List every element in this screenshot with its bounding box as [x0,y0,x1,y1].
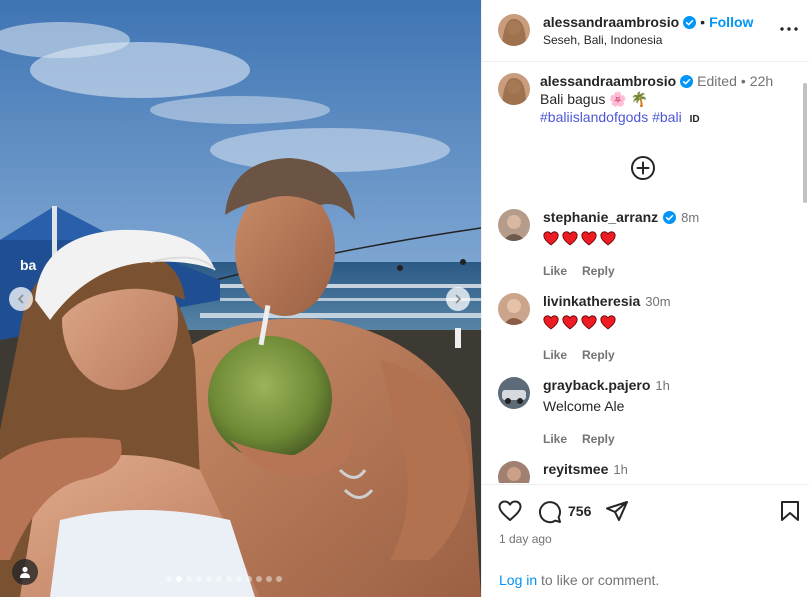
author-avatar[interactable] [498,14,530,46]
comment-reply-button[interactable]: Reply [582,346,615,365]
red-heart-icon [562,314,578,330]
caption-text: Bali bagus 🌸 🌴 [540,91,649,107]
red-heart-icon [543,314,559,330]
carousel-dot [166,576,172,582]
comment-like-button[interactable]: Like [543,346,567,365]
caption-author-avatar[interactable] [498,73,530,105]
red-heart-icon [581,230,597,246]
share-button[interactable] [605,500,629,522]
carousel-dot [186,576,192,582]
svg-text:ba: ba [20,257,37,273]
carousel-dot [256,576,262,582]
hashtag-link[interactable]: #baliislandofgods [540,109,648,125]
carousel-next-button[interactable] [446,287,470,311]
comment-item: reyitsmee 1h [498,460,798,483]
login-prompt-text: to like or comment. [537,572,660,588]
verified-badge-icon [683,15,697,29]
comment-avatar[interactable] [498,461,530,483]
comment-like-button[interactable]: Like [543,430,567,449]
plus-circle-icon[interactable] [630,155,656,181]
carousel-dot [236,576,242,582]
caption-username[interactable]: alessandraambrosio [540,72,676,90]
post-location[interactable]: Seseh, Bali, Indonesia [543,33,662,47]
id-mark: ID [689,114,700,125]
comment-item: livinkatheresia 30m Like Reply [498,292,798,365]
scrollbar-thumb[interactable] [803,83,807,203]
login-prompt: Log in to like or comment. [499,572,659,588]
bookmark-icon [781,501,799,521]
header-separator: • [700,14,706,30]
follow-button[interactable]: Follow [709,14,753,30]
author-username[interactable]: alessandraambrosio [543,14,679,30]
like-button[interactable] [498,500,522,522]
red-heart-icon [581,314,597,330]
verified-badge-icon [680,74,694,88]
carousel-dot [246,576,252,582]
comments-scrollbar[interactable] [803,63,807,483]
red-heart-icon [600,230,616,246]
comment-username[interactable]: reyitsmee [543,460,608,479]
carousel-dot [226,576,232,582]
comment-item: stephanie_arranz 8m Like Reply [498,208,798,281]
comment-bubble-icon [539,501,561,524]
carousel-prev-button[interactable] [9,287,33,311]
carousel-dot [276,576,282,582]
carousel-dot [216,576,222,582]
comment-time[interactable]: 1h [613,460,627,479]
carousel-dot [176,576,182,582]
post-caption: alessandraambrosio Edited • 22h Bali bag… [498,72,788,129]
caption-separator: • [740,73,746,89]
edited-label: Edited [697,73,737,89]
login-link[interactable]: Log in [499,572,537,588]
comment-reply-button[interactable]: Reply [582,430,615,449]
post-timestamp[interactable]: 1 day ago [499,532,552,546]
comment-time[interactable]: 30m [645,292,670,311]
verified-badge-icon [663,211,677,224]
comment-username[interactable]: stephanie_arranz [543,208,658,227]
red-heart-icon [562,230,578,246]
comment-text: Welcome Ale [543,397,625,414]
post-media[interactable]: ba [0,0,481,597]
comment-time[interactable]: 1h [655,376,669,395]
save-button[interactable] [780,500,800,522]
comments-scroll-area[interactable]: alessandraambrosio Edited • 22h Bali bag… [482,63,809,483]
more-options-button[interactable] [779,19,799,39]
carousel-dot [196,576,202,582]
comment-item: grayback.pajero 1h Welcome Ale Like Repl… [498,376,798,449]
comment-avatar[interactable] [498,293,530,325]
chevron-left-icon [18,294,24,304]
comment-text [543,312,798,332]
paper-plane-icon [606,501,628,521]
tagged-users-button[interactable] [12,559,38,585]
hashtag-link[interactable]: #bali [652,109,682,125]
red-heart-icon [600,314,616,330]
post-photo: ba [0,0,481,597]
comment-count: 756 [568,503,592,519]
comment-username[interactable]: livinkatheresia [543,292,640,311]
comment-reply-button[interactable]: Reply [582,262,615,281]
post-side-panel: alessandraambrosio • Follow Seseh, Bali,… [481,0,809,597]
carousel-dot [266,576,272,582]
comment-text [543,228,798,248]
post-header: alessandraambrosio • Follow Seseh, Bali,… [482,0,809,62]
carousel-indicator [166,576,282,582]
more-horizontal-icon [780,27,798,31]
comment-time[interactable]: 8m [681,208,699,227]
comment-like-button[interactable]: Like [543,262,567,281]
comment-avatar[interactable] [498,377,530,409]
caption-hashtags: #baliislandofgods #bali ID [540,108,788,129]
user-tag-icon [20,566,30,578]
red-heart-icon [543,230,559,246]
comment-avatar[interactable] [498,209,530,241]
caption-time[interactable]: 22h [750,72,773,90]
heart-outline-icon [498,500,522,521]
chevron-right-icon [455,294,461,304]
comment-button[interactable] [538,500,562,524]
comment-username[interactable]: grayback.pajero [543,376,650,395]
post-actions: 756 1 day ago Log in to like or comment. [482,484,809,597]
carousel-dot [206,576,212,582]
